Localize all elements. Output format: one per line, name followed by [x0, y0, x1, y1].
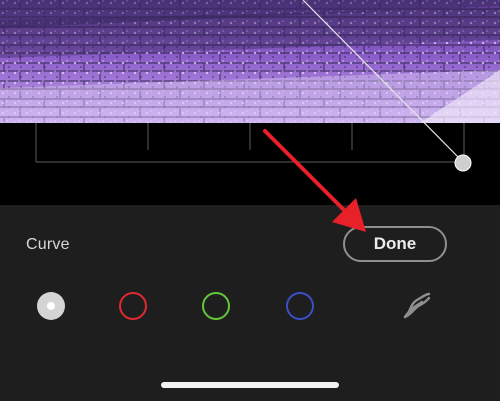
rgb-channel-icon[interactable] — [37, 292, 65, 320]
panel-title: Curve — [26, 236, 70, 253]
curve-graph[interactable] — [0, 0, 500, 205]
curve-grid — [35, 123, 465, 163]
curve-editor-screen: Curve Done — [0, 0, 500, 401]
tone-curve-icon[interactable] — [402, 292, 432, 320]
red-channel-icon[interactable] — [119, 292, 147, 320]
home-indicator[interactable] — [161, 382, 339, 388]
done-button[interactable]: Done — [343, 226, 447, 262]
blue-channel-icon[interactable] — [286, 292, 314, 320]
curve-handle[interactable] — [454, 154, 472, 172]
green-channel-icon[interactable] — [202, 292, 230, 320]
tone-curve-line — [302, 0, 464, 163]
